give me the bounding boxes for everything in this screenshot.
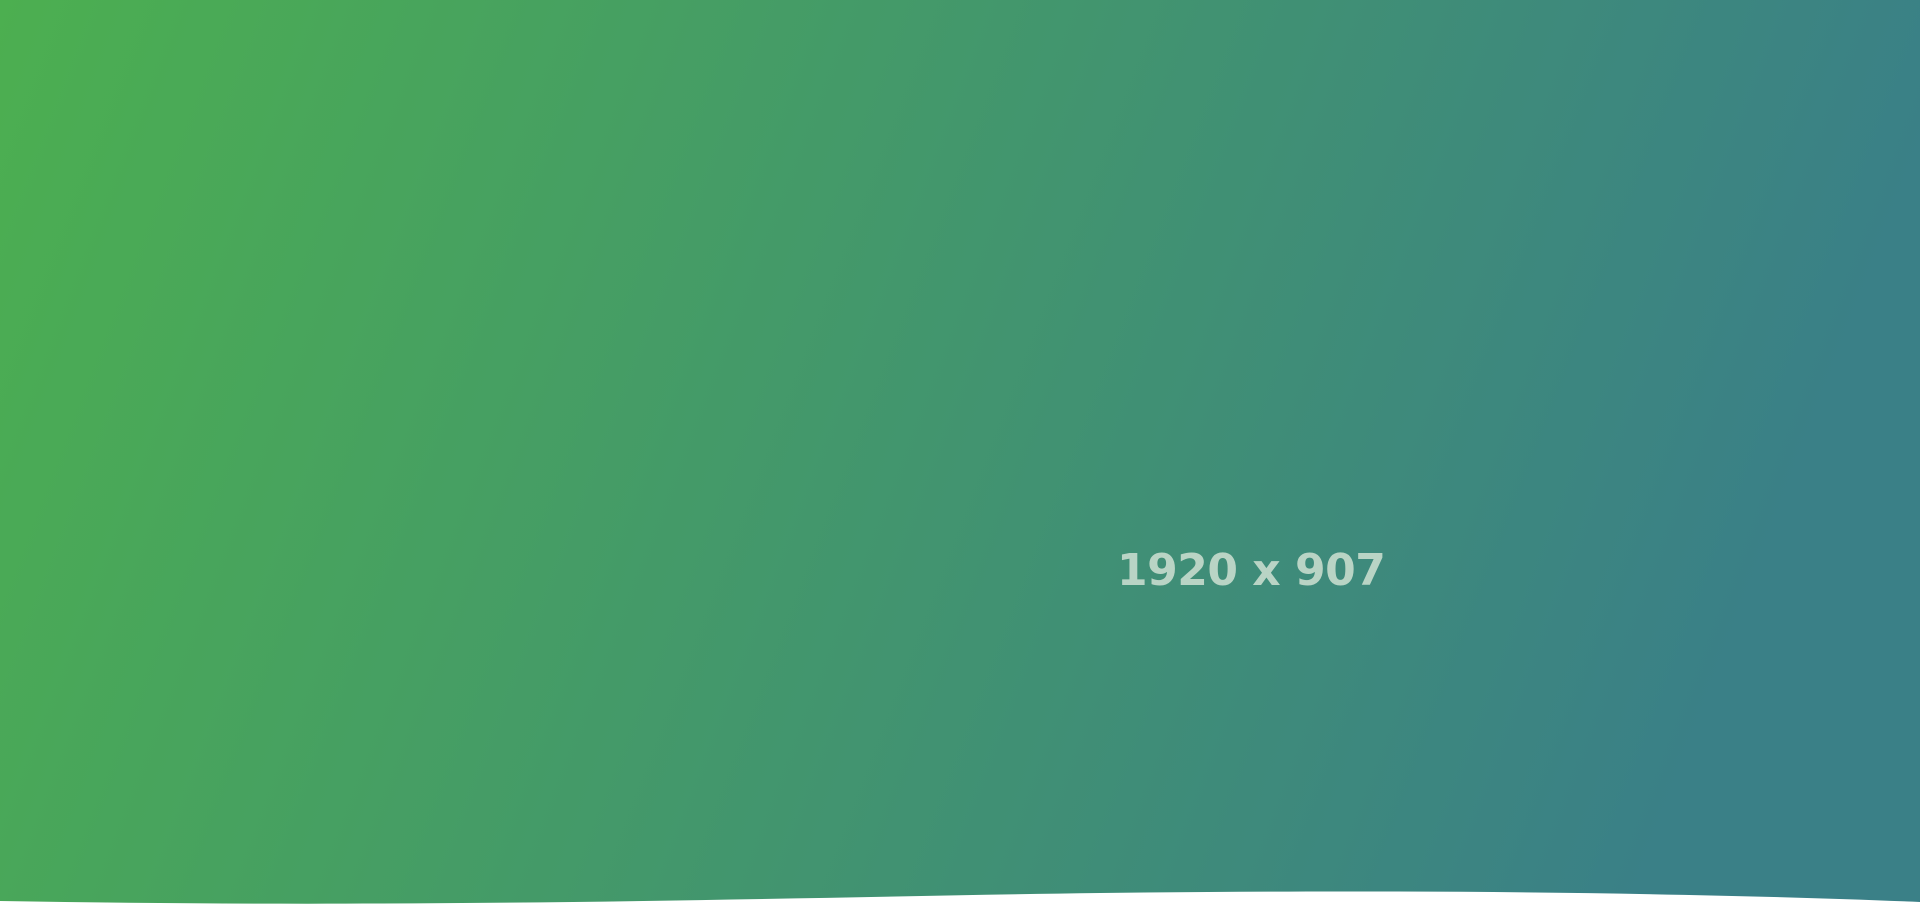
dimensions-label: 1920 x 907 xyxy=(1117,545,1386,596)
wave-shape xyxy=(0,0,1920,904)
gradient-wave-background xyxy=(0,0,1920,904)
placeholder-image: 1920 x 907 xyxy=(0,0,1920,907)
